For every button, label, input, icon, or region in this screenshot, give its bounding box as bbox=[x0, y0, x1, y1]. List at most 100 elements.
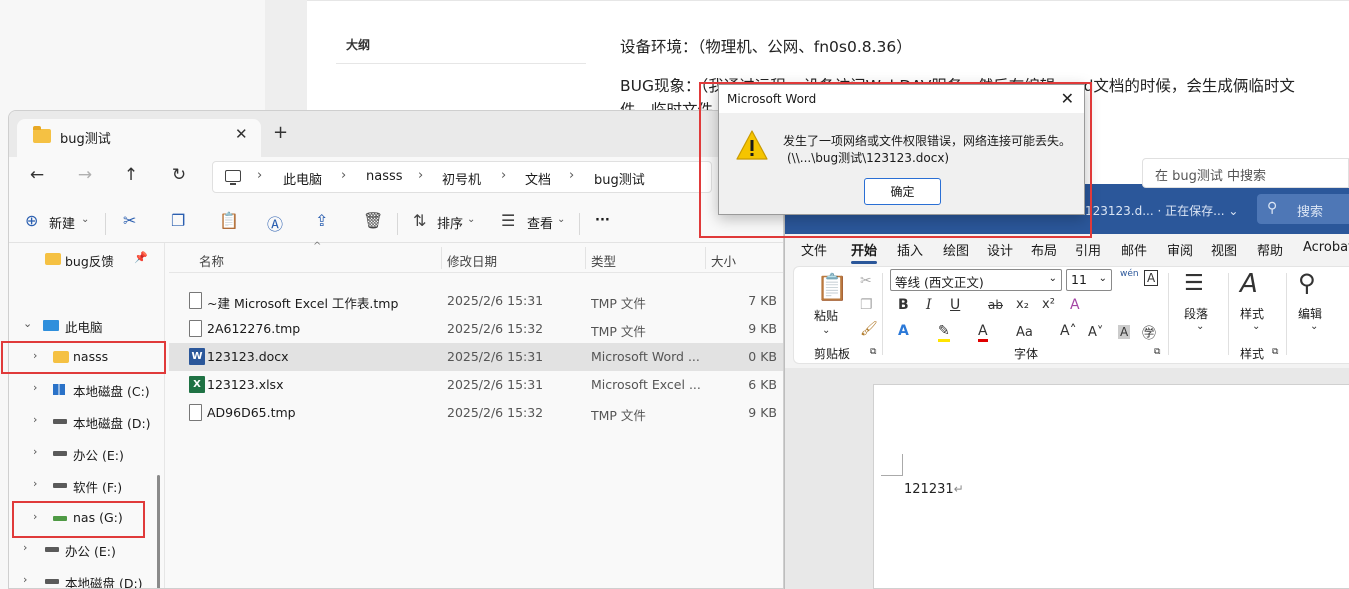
paste-button[interactable]: 粘贴 bbox=[814, 307, 838, 324]
word-search-box[interactable]: ⚲ 搜索 bbox=[1257, 194, 1349, 224]
nav-item-drive-c[interactable]: › 本地磁盘 (C:) bbox=[9, 375, 159, 403]
cut-icon[interactable]: ✂ bbox=[860, 273, 872, 289]
font-size-select[interactable]: 11 ⌄ bbox=[1066, 269, 1112, 291]
editing-button[interactable]: 编辑 bbox=[1298, 305, 1322, 322]
word-document-text[interactable]: 121231↵ bbox=[904, 482, 964, 497]
subscript-button[interactable]: x₂ bbox=[1016, 297, 1029, 312]
column-divider[interactable] bbox=[441, 247, 442, 269]
paragraph-button[interactable]: 段落 bbox=[1184, 305, 1208, 322]
file-row[interactable]: W 123123.docx 2025/2/6 15:31 Microsoft Word… bbox=[169, 343, 783, 371]
ribbon-tab[interactable]: 引用 bbox=[1075, 240, 1101, 259]
new-button[interactable]: 新建 bbox=[49, 213, 75, 232]
chevron-down-icon[interactable]: ⌄ bbox=[23, 317, 32, 330]
ribbon-tab[interactable]: 设计 bbox=[987, 240, 1013, 259]
back-arrow-icon[interactable]: ← bbox=[25, 165, 49, 185]
refresh-icon[interactable]: ↻ bbox=[167, 165, 191, 185]
format-painter-icon[interactable]: 🖌 bbox=[860, 321, 878, 337]
font-name-select[interactable]: 等线 (西文正文) ⌄ bbox=[890, 269, 1062, 291]
more-options-button[interactable]: ··· bbox=[595, 213, 610, 228]
cut-icon[interactable]: ✂ bbox=[123, 211, 136, 230]
file-row[interactable]: AD96D65.tmp 2025/2/6 15:32 TMP 文件 9 KB bbox=[169, 399, 783, 427]
rename-icon[interactable]: Ⓐ bbox=[267, 211, 283, 235]
chevron-right-icon[interactable]: › bbox=[33, 477, 37, 490]
shrink-font-icon[interactable]: A˅ bbox=[1088, 325, 1103, 340]
file-row[interactable]: ~建 Microsoft Excel 工作表.tmp 2025/2/6 15:31… bbox=[169, 287, 783, 315]
nav-item-drive-f[interactable]: › 软件 (F:) bbox=[9, 471, 159, 499]
explorer-search-box[interactable]: 在 bug测试 中搜索 bbox=[1142, 158, 1349, 188]
file-row[interactable]: 2A612276.tmp 2025/2/6 15:32 TMP 文件 9 KB bbox=[169, 315, 783, 343]
ribbon-tab[interactable]: 绘图 bbox=[943, 240, 969, 259]
ribbon-tab[interactable]: Acrobat bbox=[1303, 240, 1349, 255]
dialog-launcher-icon[interactable]: ⧉ bbox=[1154, 347, 1160, 357]
column-header-name[interactable]: 名称 bbox=[199, 251, 224, 270]
chevron-right-icon[interactable]: › bbox=[23, 573, 27, 586]
breadcrumb-this-pc[interactable]: 此电脑 bbox=[283, 169, 322, 188]
delete-icon[interactable]: 🗑 bbox=[363, 211, 383, 230]
column-divider[interactable] bbox=[705, 247, 706, 269]
nav-item-this-pc[interactable]: ⌄ 此电脑 bbox=[9, 311, 159, 339]
bold-button[interactable]: B bbox=[898, 297, 909, 313]
nav-item-drive-e[interactable]: › 办公 (E:) bbox=[9, 439, 159, 467]
nav-item-drive-d-2[interactable]: › 本地磁盘 (D:) bbox=[9, 567, 159, 588]
paragraph-icon[interactable]: ☰ bbox=[1184, 271, 1204, 296]
breadcrumb-chuhaoji[interactable]: 初号机 bbox=[442, 169, 481, 188]
explorer-tab[interactable]: bug测试 ✕ bbox=[17, 119, 261, 157]
forward-arrow-icon[interactable]: → bbox=[73, 165, 97, 185]
tab-close-icon[interactable]: ✕ bbox=[235, 125, 248, 143]
view-icon[interactable]: ☰ bbox=[501, 211, 515, 230]
file-row[interactable]: X 123123.xlsx 2025/2/6 15:31 Microsoft Exce… bbox=[169, 371, 783, 399]
dialog-launcher-icon[interactable]: ⧉ bbox=[870, 347, 876, 357]
text-effects-icon[interactable]: A bbox=[898, 323, 909, 339]
column-header-date[interactable]: 修改日期 bbox=[447, 251, 497, 270]
paste-icon[interactable]: 📋 bbox=[219, 211, 239, 230]
share-icon[interactable]: ⇪ bbox=[315, 211, 328, 230]
ribbon-tab[interactable]: 开始 bbox=[851, 240, 878, 264]
chevron-right-icon[interactable]: › bbox=[33, 445, 37, 458]
breadcrumb-documents[interactable]: 文档 bbox=[525, 169, 551, 188]
new-plus-icon[interactable]: ⊕ bbox=[25, 211, 38, 230]
column-header-size[interactable]: 大小 bbox=[711, 251, 736, 270]
chevron-down-icon[interactable]: ⌄ bbox=[1310, 321, 1318, 332]
clear-formatting-icon[interactable]: A bbox=[1070, 297, 1080, 313]
chevron-down-icon[interactable]: ⌄ bbox=[822, 325, 830, 336]
sort-icon[interactable]: ⇅ bbox=[413, 211, 426, 230]
styles-button[interactable]: 样式 bbox=[1240, 305, 1264, 322]
ribbon-tab[interactable]: 文件 bbox=[801, 240, 827, 259]
strikethrough-button[interactable]: ab bbox=[988, 298, 1003, 312]
nav-item-drive-e-2[interactable]: › 办公 (E:) bbox=[9, 535, 159, 563]
copy-icon[interactable]: ❐ bbox=[860, 297, 873, 313]
chevron-right-icon[interactable]: › bbox=[33, 381, 37, 394]
character-border-icon[interactable]: A bbox=[1144, 270, 1159, 286]
styles-icon[interactable]: A bbox=[1240, 269, 1258, 299]
breadcrumb-bug-test[interactable]: bug测试 bbox=[594, 169, 645, 188]
ribbon-tab[interactable]: 插入 bbox=[897, 240, 923, 259]
find-search-icon[interactable]: ⚲ bbox=[1298, 269, 1316, 297]
ribbon-tab[interactable]: 邮件 bbox=[1121, 240, 1147, 259]
underline-button[interactable]: U bbox=[950, 297, 960, 313]
grow-font-icon[interactable]: A˄ bbox=[1060, 323, 1077, 339]
up-arrow-icon[interactable]: ↑ bbox=[119, 165, 143, 185]
address-bar[interactable]: › 此电脑 › nasss › 初号机 › 文档 › bug测试 bbox=[212, 161, 712, 193]
superscript-button[interactable]: x² bbox=[1042, 297, 1055, 312]
ribbon-tab[interactable]: 审阅 bbox=[1167, 240, 1193, 259]
sort-button[interactable]: 排序 bbox=[437, 213, 463, 232]
font-color-icon[interactable]: A bbox=[978, 323, 988, 342]
ribbon-tab[interactable]: 视图 bbox=[1211, 240, 1237, 259]
copy-icon[interactable]: ❐ bbox=[171, 211, 185, 230]
ribbon-tab[interactable]: 布局 bbox=[1031, 240, 1057, 259]
nav-item-drive-d[interactable]: › 本地磁盘 (D:) bbox=[9, 407, 159, 435]
word-document-title[interactable]: 123123.d... · 正在保存... ⌄ bbox=[1085, 202, 1238, 219]
nav-pane-scrollbar[interactable] bbox=[157, 475, 160, 588]
breadcrumb-nasss[interactable]: nasss bbox=[366, 169, 403, 184]
new-tab-button[interactable]: + bbox=[273, 122, 288, 143]
enclose-characters-icon[interactable]: ㊫ bbox=[1142, 323, 1156, 343]
column-divider[interactable] bbox=[585, 247, 586, 269]
italic-button[interactable]: I bbox=[926, 297, 932, 313]
highlight-icon[interactable]: ✎ bbox=[938, 323, 950, 342]
change-case-icon[interactable]: Aa bbox=[1016, 325, 1033, 340]
chevron-down-icon[interactable]: ⌄ bbox=[1196, 321, 1204, 332]
nav-item-bug-feedback[interactable]: bug反馈 📌 bbox=[9, 245, 159, 273]
ribbon-tab[interactable]: 帮助 bbox=[1257, 240, 1283, 259]
paste-clipboard-icon[interactable]: 📋 bbox=[816, 273, 848, 303]
chevron-down-icon[interactable]: ⌄ bbox=[1252, 321, 1260, 332]
